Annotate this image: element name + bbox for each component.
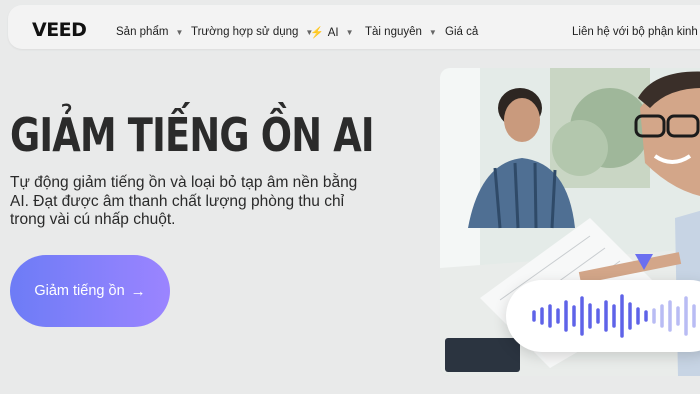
chevron-down-icon: ▼ [428, 27, 437, 37]
nav-item-resources[interactable]: Tài nguyên ▼ [365, 26, 437, 38]
nav-item-products[interactable]: Sản phẩm ▼ [116, 26, 183, 38]
nav-item-label: Giá cả [445, 26, 479, 38]
nav-item-label: Tài nguyên [365, 26, 422, 38]
page-title: GIẢM TIẾNG ỒN AI [10, 108, 375, 162]
button-label: Giảm tiếng ồn [34, 283, 125, 299]
nav-item-label: Sản phẩm [116, 26, 169, 38]
nav-item-label: AI [327, 26, 339, 39]
chevron-down-icon: ▼ [175, 27, 184, 37]
top-navigation: VEED Sản phẩm ▼ Trường hợp sử dụng ▼ ⚡ A… [8, 5, 700, 49]
veed-logo[interactable]: VEED [32, 19, 87, 41]
reduce-noise-button[interactable]: Giảm tiếng ồn → [10, 255, 170, 327]
contact-sales-link[interactable]: Liên hệ với bộ phận kinh doanh [572, 26, 700, 38]
arrow-right-icon: → [130, 282, 146, 300]
nav-item-pricing[interactable]: Giá cả [445, 26, 478, 38]
bolt-icon: ⚡ [310, 27, 324, 39]
nav-item-use-cases[interactable]: Trường hợp sử dụng ▼ [191, 26, 313, 38]
nav-item-ai[interactable]: ⚡ AI ▼ [310, 26, 354, 40]
audio-waveform-card [506, 280, 700, 352]
waveform-pointer-icon [635, 254, 653, 270]
chevron-down-icon: ▼ [345, 28, 354, 37]
waveform-icon [532, 294, 696, 338]
hero-description: Tự động giảm tiếng ồn và loại bỏ tạp âm … [10, 174, 358, 228]
nav-item-label: Trường hợp sử dụng [191, 26, 299, 38]
